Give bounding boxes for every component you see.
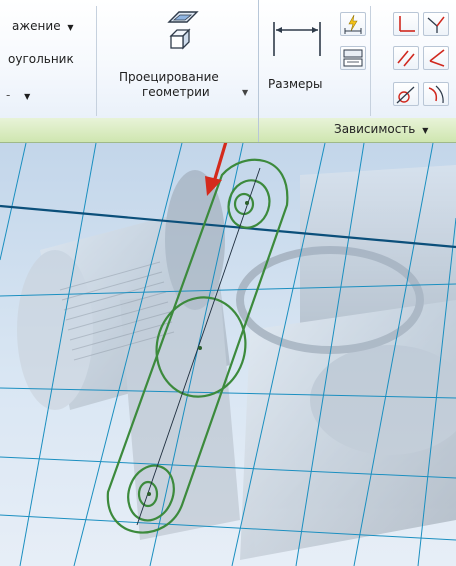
constraints-group-title: Зависимость ▼ xyxy=(334,122,428,136)
show-constraints-icon xyxy=(343,49,363,67)
graphics-viewport[interactable] xyxy=(0,143,456,566)
center-point-top xyxy=(245,201,249,205)
chevron-down-icon: ▼ xyxy=(24,92,31,101)
ribbon-separator xyxy=(96,6,97,116)
tangent-icon xyxy=(427,16,445,33)
ribbon-item-partial-1[interactable]: ажение ▼ xyxy=(12,19,74,33)
project-geometry-label-line1: Проецирование xyxy=(119,70,219,84)
red-arrow-annotation xyxy=(205,143,228,196)
coincident-constraint-button[interactable] xyxy=(423,46,449,70)
center-point-middle xyxy=(198,346,202,350)
ribbon-separator xyxy=(258,0,259,142)
auto-dimension-button[interactable] xyxy=(340,12,366,36)
coincident-icon xyxy=(429,49,445,67)
ribbon-item-partial-2-label: оугольник xyxy=(8,52,74,66)
constraints-group-bar[interactable]: Зависимость ▼ xyxy=(0,118,456,143)
dimensions-button[interactable]: Размеры xyxy=(262,4,330,116)
project-geometry-button[interactable]: Проецирование геометрии ▼ xyxy=(114,4,252,116)
model-canvas[interactable] xyxy=(0,143,456,566)
ribbon-panel: ажение ▼ оугольник - ▼ Проецирование гео… xyxy=(0,0,456,119)
symmetric-icon xyxy=(428,85,444,104)
ribbon-item-partial-1-label: ажение xyxy=(12,19,61,33)
ribbon-item-partial-3[interactable]: - ▼ xyxy=(6,88,30,102)
parallel-icon xyxy=(397,50,415,67)
dimensions-label: Размеры xyxy=(268,77,323,91)
tangent-constraint-button[interactable] xyxy=(423,12,449,36)
parallel-constraint-button[interactable] xyxy=(393,46,419,70)
show-constraints-button[interactable] xyxy=(340,46,366,70)
chevron-down-icon: ▼ xyxy=(67,23,74,32)
symmetric-constraint-button[interactable] xyxy=(423,82,449,106)
chevron-down-icon: ▼ xyxy=(242,88,249,97)
project-geometry-label-line2: геометрии xyxy=(142,85,210,99)
ribbon-item-partial-2[interactable]: оугольник xyxy=(8,52,74,66)
center-point-bottom xyxy=(147,492,151,496)
dash-icon: - xyxy=(6,88,11,102)
smooth-constraint-button[interactable] xyxy=(393,82,419,106)
project-geometry-icon xyxy=(167,11,199,50)
smooth-icon xyxy=(396,86,415,104)
ribbon-separator xyxy=(370,6,371,116)
auto-dimension-icon xyxy=(344,14,362,34)
perpendicular-icon xyxy=(399,16,415,32)
chevron-down-icon: ▼ xyxy=(422,126,429,135)
dimension-icon xyxy=(273,22,321,56)
constraints-group-label: Зависимость xyxy=(334,122,416,136)
perpendicular-constraint-button[interactable] xyxy=(393,12,419,36)
